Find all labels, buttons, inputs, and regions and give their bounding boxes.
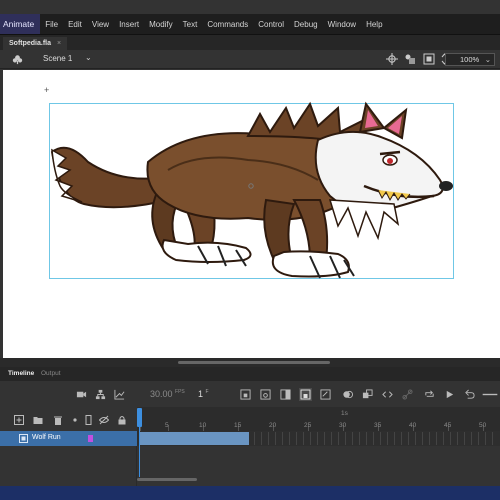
center-stage-icon[interactable] — [386, 53, 398, 65]
outline-icon[interactable] — [85, 415, 92, 425]
menu-bar: Animate File Edit View Insert Modify Tex… — [0, 14, 500, 34]
menu-modify[interactable]: Modify — [144, 20, 178, 29]
menu-control[interactable]: Control — [253, 20, 289, 29]
menu-file[interactable]: File — [40, 20, 63, 29]
clip-stage-icon[interactable] — [423, 53, 435, 65]
document-tab-label: Softpedia.fla — [9, 40, 52, 47]
layer-parenting-icon[interactable] — [95, 389, 106, 400]
scene-icon[interactable] — [12, 54, 23, 65]
menu-debug[interactable]: Debug — [289, 20, 323, 29]
document-tab[interactable]: Softpedia.fla × — [3, 37, 68, 51]
trash-icon[interactable] — [53, 415, 63, 425]
app-name: Animate — [0, 14, 41, 34]
playhead-line — [139, 427, 140, 477]
auto-keyframe-icon[interactable] — [299, 388, 312, 401]
menu-commands[interactable]: Commands — [202, 20, 253, 29]
playhead-handle[interactable] — [137, 408, 142, 427]
new-layer-icon[interactable] — [14, 415, 24, 425]
desktop-strip — [0, 486, 500, 500]
panel-tabs: Timeline Output — [0, 367, 500, 381]
chevron-down-icon: ⌄ — [484, 55, 491, 64]
visibility-icon[interactable] — [99, 415, 109, 425]
highlight-dot-icon[interactable] — [72, 415, 78, 425]
graph-icon[interactable] — [114, 389, 125, 400]
menu-view[interactable]: View — [87, 20, 114, 29]
scene-bar: Scene 1 ⌄ 100% ⌄ — [0, 50, 500, 69]
empty-layer-list[interactable] — [0, 446, 137, 486]
fps-unit: FPS — [175, 389, 185, 395]
undo-icon[interactable] — [464, 389, 475, 400]
frame-ruler[interactable]: 1s 5 10 15 20 25 30 35 40 45 50 — [137, 407, 500, 431]
code-icon[interactable] — [382, 389, 393, 400]
fps-value: 30.00 — [150, 389, 173, 399]
document-tabbar: Softpedia.fla × — [0, 34, 500, 51]
ruler-label-1s: 1s — [341, 410, 348, 417]
menu-help[interactable]: Help — [361, 20, 387, 29]
timeline-toolbar: 30.00 FPS 1 F — [0, 381, 500, 407]
zoom-value: 100% — [460, 55, 480, 64]
insert-keyframe-icon[interactable] — [240, 389, 251, 400]
registration-point-icon: + — [44, 85, 50, 95]
layer-tools — [0, 407, 137, 431]
ruler-label-25: 25 — [304, 422, 312, 429]
camera-icon[interactable] — [76, 389, 87, 400]
menu-edit[interactable]: Edit — [63, 20, 87, 29]
loop-icon[interactable] — [424, 389, 435, 400]
chevron-down-icon[interactable]: ⌄ — [85, 53, 92, 62]
tab-output[interactable]: Output — [41, 370, 61, 377]
ruler-label-50: 50 — [479, 422, 487, 429]
fps-display[interactable]: 30.00 FPS — [150, 389, 185, 399]
edit-multiple-frames-icon[interactable] — [362, 389, 373, 400]
menu-insert[interactable]: Insert — [114, 20, 144, 29]
current-frame-value: 1 — [198, 389, 204, 399]
scrollbar-thumb[interactable] — [178, 361, 330, 364]
new-folder-icon[interactable] — [33, 415, 43, 425]
tab-timeline[interactable]: Timeline — [8, 370, 34, 377]
lock-icon[interactable] — [117, 415, 127, 425]
zoom-select[interactable]: 100% ⌄ — [445, 53, 495, 66]
insert-blank-keyframe-icon[interactable] — [260, 389, 271, 400]
stage-gutter — [0, 70, 3, 358]
timeline-scrollbar[interactable] — [137, 478, 197, 481]
insert-frame-icon[interactable] — [280, 389, 291, 400]
ruler-label-20: 20 — [269, 422, 277, 429]
ruler-label-40: 40 — [409, 422, 417, 429]
ruler-label-35: 35 — [374, 422, 382, 429]
layer-icon — [19, 434, 28, 443]
ruler-label-10: 10 — [199, 422, 207, 429]
menu-window[interactable]: Window — [323, 20, 361, 29]
create-tween-icon[interactable] — [320, 389, 331, 400]
animate-window: Animate File Edit View Insert Modify Tex… — [0, 0, 500, 500]
ruler-label-30: 30 — [339, 422, 347, 429]
scene-label[interactable]: Scene 1 — [43, 54, 72, 63]
frame-unit: F — [205, 389, 209, 395]
layer-color-swatch[interactable] — [88, 435, 93, 442]
stage-scrollbar[interactable] — [0, 358, 500, 367]
edit-symbols-icon[interactable] — [404, 53, 416, 65]
layer-name[interactable]: Wolf Run — [32, 434, 61, 441]
onion-skin-icon[interactable] — [342, 389, 353, 400]
play-icon[interactable] — [444, 389, 455, 400]
link-icon[interactable] — [402, 389, 413, 400]
ruler-label-5: 5 — [165, 422, 169, 429]
close-icon[interactable]: × — [57, 40, 61, 47]
current-frame-display[interactable]: 1 F — [198, 389, 209, 399]
zoom-slider-icon[interactable] — [482, 389, 498, 400]
ruler-label-45: 45 — [444, 422, 452, 429]
ruler-label-15: 15 — [234, 422, 242, 429]
menu-text[interactable]: Text — [178, 20, 203, 29]
frame-span[interactable] — [139, 432, 249, 445]
layer-frames[interactable] — [137, 431, 500, 446]
layer-row[interactable]: Wolf Run — [0, 431, 137, 446]
wolf-artwork[interactable] — [48, 100, 458, 282]
